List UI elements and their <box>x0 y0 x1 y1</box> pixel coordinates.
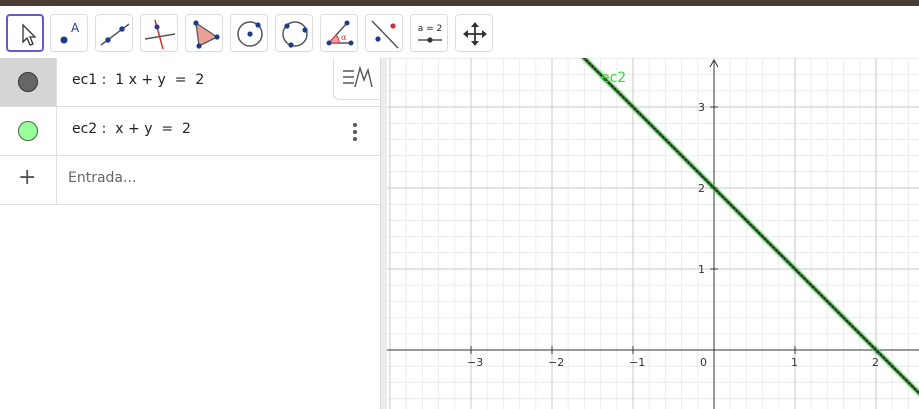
x-tick-label: −3 <box>467 356 483 369</box>
x-axis-ticks: −3 −2 −1 0 1 2 <box>467 346 879 369</box>
line-label-ec2[interactable]: ec2 <box>601 70 626 86</box>
angle-tool-button[interactable]: α <box>320 14 358 52</box>
algebra-row-ec1[interactable]: ec1 : 1 x + y = 2 <box>0 58 380 107</box>
perpendicular-line-icon <box>144 19 176 50</box>
plus-icon[interactable]: + <box>18 167 36 189</box>
panel-splitter[interactable] <box>380 58 387 409</box>
line-icon <box>100 23 130 46</box>
algebra-expression-ec2[interactable]: ec2 : x + y = 2 <box>72 121 191 137</box>
toolbar: A α a = 2 <box>0 6 919 58</box>
circle-center-point-tool-button[interactable] <box>230 14 268 52</box>
y-tick-label: 3 <box>698 101 705 114</box>
algebra-expression-ec1[interactable]: ec1 : 1 x + y = 2 <box>72 72 204 88</box>
y-tick-label: 1 <box>698 263 705 276</box>
add-cell: + <box>0 156 57 204</box>
slider-tool-label: a = 2 <box>418 24 443 34</box>
input-bar[interactable]: Entrada... <box>68 170 136 186</box>
x-tick-label: −1 <box>629 356 645 369</box>
slider-tool-button[interactable]: a = 2 <box>410 14 448 52</box>
polygon-icon <box>193 20 220 49</box>
move-tool-button[interactable] <box>6 14 44 52</box>
arrow-cursor-icon <box>22 23 37 46</box>
perpendicular-line-tool-button[interactable] <box>140 14 178 52</box>
marble-cell <box>0 107 57 155</box>
algebra-input-row[interactable]: + Entrada... <box>0 156 380 205</box>
reflect-line-icon <box>371 20 399 49</box>
x-tick-label: 1 <box>791 356 798 369</box>
point-tool-label: A <box>71 21 80 35</box>
move-graphics-view-tool-button[interactable] <box>455 14 493 52</box>
point-icon: A <box>60 21 80 44</box>
more-options-icon[interactable] <box>352 123 358 141</box>
x-tick-label: 2 <box>872 356 879 369</box>
graphics-view[interactable]: −3 −2 −1 0 1 2 1 2 3 ec2 <box>387 58 919 409</box>
move-arrows-icon <box>463 22 487 46</box>
algebra-description-icon <box>343 65 373 88</box>
visibility-toggle-ec1[interactable] <box>18 72 38 92</box>
algebra-style-button[interactable] <box>333 58 379 100</box>
algebra-row-ec2[interactable]: ec2 : x + y = 2 <box>0 107 380 156</box>
circle-three-points-tool-button[interactable] <box>275 14 313 52</box>
x-tick-label: −2 <box>548 356 564 369</box>
angle-icon: α <box>326 20 354 46</box>
point-tool-button[interactable]: A <box>50 14 88 52</box>
reflect-about-line-tool-button[interactable] <box>365 14 403 52</box>
circle-center-icon <box>237 21 263 47</box>
circle-three-points-icon <box>282 21 308 48</box>
marble-cell <box>0 58 57 106</box>
line-tool-button[interactable] <box>95 14 133 52</box>
polygon-tool-button[interactable] <box>185 14 223 52</box>
x-tick-label: 0 <box>700 356 707 369</box>
y-tick-label: 2 <box>698 182 705 195</box>
algebra-view: ec1 : 1 x + y = 2 ec2 : x + y = 2 + Entr… <box>0 58 380 409</box>
visibility-toggle-ec2[interactable] <box>18 121 38 141</box>
graphics-canvas[interactable]: −3 −2 −1 0 1 2 1 2 3 ec2 <box>387 58 919 409</box>
alpha-glyph: α <box>341 33 347 42</box>
slider-icon: a = 2 <box>418 24 443 43</box>
